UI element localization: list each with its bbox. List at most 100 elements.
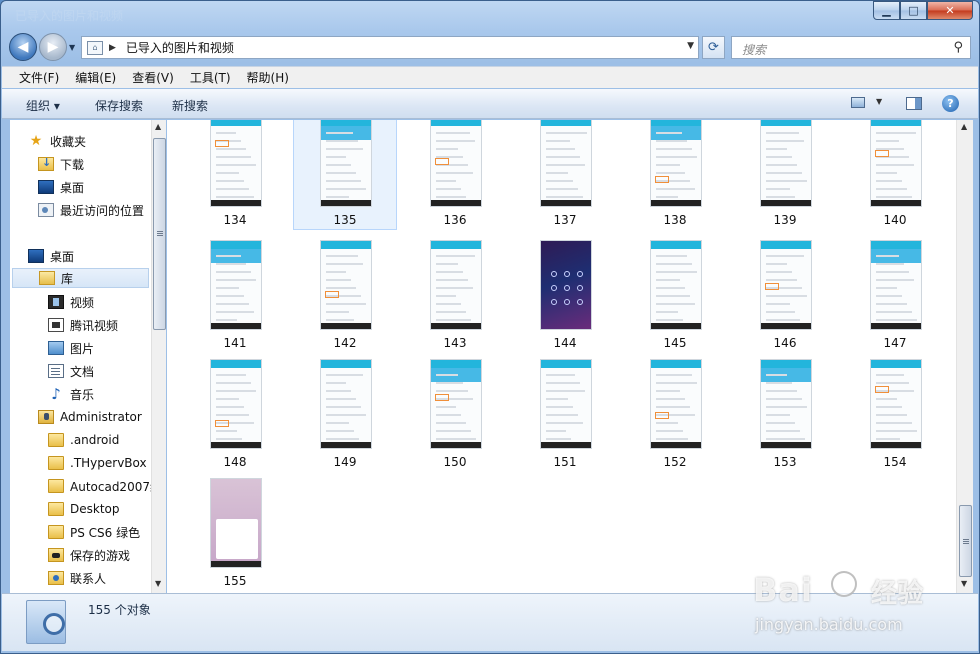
sidebar-item-label: 视频 — [70, 295, 95, 310]
menu-help[interactable]: 帮助(H) — [247, 69, 289, 86]
menu-view[interactable]: 查看(V) — [132, 69, 174, 86]
sidebar-item-desktop-fav[interactable]: 桌面 — [38, 177, 84, 197]
file-item[interactable]: 149 — [293, 354, 397, 469]
file-item[interactable]: 144 — [513, 235, 617, 350]
file-item[interactable]: 150 — [403, 354, 507, 469]
file-name-label: 138 — [663, 213, 687, 227]
help-icon[interactable]: ? — [942, 95, 959, 112]
change-view-icon[interactable] — [851, 97, 865, 108]
details-pane: 155 个对象 — [2, 593, 978, 651]
sidebar-item-label: Autocad2007绿 — [70, 479, 151, 494]
image-thumbnail — [210, 240, 262, 330]
file-item[interactable]: 137 — [513, 120, 617, 230]
sidebar-item-administrator[interactable]: Administrator — [38, 407, 142, 427]
folder-icon — [48, 433, 64, 447]
save-search-button[interactable]: 保存搜索 — [95, 97, 143, 114]
file-item[interactable]: 151 — [513, 354, 617, 469]
file-item[interactable]: 135 — [293, 120, 397, 230]
breadcrumb-chevron-icon[interactable]: ▶ — [109, 43, 116, 53]
file-item[interactable]: 134 — [183, 120, 287, 230]
file-item[interactable]: 140 — [843, 120, 947, 230]
menu-edit[interactable]: 编辑(E) — [75, 69, 116, 86]
sidebar-item-desktop[interactable]: 桌面 — [28, 246, 74, 266]
image-thumbnail — [320, 120, 372, 207]
file-item[interactable]: 139 — [733, 120, 837, 230]
sidebar-item-music[interactable]: ♪ 音乐 — [48, 384, 94, 404]
file-name-label: 139 — [773, 213, 797, 227]
image-thumbnail — [870, 240, 922, 330]
scroll-down-icon[interactable]: ▼ — [155, 579, 161, 588]
sidebar-item-recent-places[interactable]: 最近访问的位置 — [38, 200, 144, 220]
file-item[interactable]: 145 — [623, 235, 727, 350]
forward-button[interactable]: ▶ — [39, 33, 67, 61]
scrollbar-thumb[interactable] — [959, 505, 972, 577]
title-bar[interactable]: 已导入的图片和视频 ▁ □ ✕ — [1, 1, 979, 27]
forward-arrow-icon: ▶ — [47, 39, 59, 55]
file-item[interactable]: 143 — [403, 235, 507, 350]
file-item[interactable]: 141 — [183, 235, 287, 350]
refresh-button[interactable]: ⟳ — [702, 36, 725, 59]
file-item[interactable]: 146 — [733, 235, 837, 350]
scroll-up-icon[interactable]: ▲ — [155, 122, 161, 131]
scroll-up-icon[interactable]: ▲ — [961, 122, 967, 131]
breadcrumb-current[interactable]: 已导入的图片和视频 — [126, 39, 234, 56]
menu-file[interactable]: 文件(F) — [19, 69, 59, 86]
file-list-scrollbar[interactable]: ▲ ▼ — [956, 120, 973, 593]
grip-icon — [157, 231, 163, 232]
new-search-button[interactable]: 新搜索 — [172, 97, 208, 114]
close-button[interactable]: ✕ — [927, 1, 973, 20]
image-thumbnail — [430, 359, 482, 449]
preview-pane-icon[interactable] — [906, 97, 922, 110]
image-thumbnail — [320, 240, 372, 330]
star-icon: ★ — [29, 133, 43, 149]
file-item[interactable]: 153 — [733, 354, 837, 469]
sidebar-item-tencent-video[interactable]: 腾讯视频 — [48, 315, 118, 335]
sidebar-item-android[interactable]: .android — [48, 430, 119, 450]
address-dropdown-icon[interactable]: ▼ — [687, 41, 694, 51]
navigation-pane-scrollbar[interactable]: ▲ ▼ — [151, 120, 166, 593]
sidebar-item-downloads[interactable]: 下载 — [38, 154, 84, 174]
desktop-icon — [28, 249, 44, 263]
sidebar-item-pictures[interactable]: 图片 — [48, 338, 94, 358]
back-button[interactable]: ◀ — [9, 33, 37, 61]
file-item[interactable]: 147 — [843, 235, 947, 350]
file-item[interactable]: 136 — [403, 120, 507, 230]
file-item[interactable]: 152 — [623, 354, 727, 469]
sidebar-item-videos[interactable]: 视频 — [48, 292, 94, 312]
sidebar-item-thypervbox[interactable]: .THypervBox — [48, 453, 147, 473]
image-thumbnail — [540, 120, 592, 207]
sidebar-item-label: 桌面 — [60, 180, 85, 195]
file-item[interactable]: 138 — [623, 120, 727, 230]
recent-pages-dropdown[interactable]: ▼ — [69, 43, 75, 52]
search-icon[interactable]: ⚲ — [953, 40, 963, 55]
search-input[interactable]: 搜索 ⚲ — [731, 36, 971, 59]
sidebar-item-desktop-folder[interactable]: Desktop — [48, 499, 120, 519]
file-item[interactable]: 154 — [843, 354, 947, 469]
sidebar-item-favorites[interactable]: ★ 收藏夹 — [28, 131, 86, 151]
file-name-label: 143 — [443, 336, 467, 350]
window-title: 已导入的图片和视频 — [15, 9, 124, 23]
image-thumbnail — [210, 359, 262, 449]
file-item[interactable]: 148 — [183, 354, 287, 469]
maximize-button[interactable]: □ — [900, 1, 927, 20]
minimize-button[interactable]: ▁ — [873, 1, 900, 20]
scrollbar-thumb[interactable] — [153, 138, 166, 330]
file-item[interactable]: 155 — [183, 473, 287, 588]
tencent-video-icon — [48, 318, 64, 332]
sidebar-item-saved-games[interactable]: 保存的游戏 — [48, 545, 130, 565]
scroll-down-icon[interactable]: ▼ — [961, 579, 967, 588]
view-options-dropdown-icon[interactable]: ▼ — [876, 97, 882, 106]
file-item[interactable]: 142 — [293, 235, 397, 350]
menu-tools[interactable]: 工具(T) — [190, 69, 231, 86]
sidebar-item-autocad[interactable]: Autocad2007绿 — [48, 476, 151, 496]
sidebar-item-contacts[interactable]: 联系人 — [48, 568, 106, 588]
address-bar[interactable]: ⌂ ▶ 已导入的图片和视频 ▼ — [81, 36, 699, 59]
organize-button[interactable]: 组织 ▾ — [26, 97, 60, 114]
file-name-label: 142 — [333, 336, 357, 350]
sidebar-item-documents[interactable]: 文档 — [48, 361, 94, 381]
sidebar-item-label: PS CS6 绿色 — [70, 525, 141, 540]
sidebar-item-library[interactable]: 库 — [12, 268, 149, 288]
file-name-label: 151 — [553, 455, 577, 469]
sidebar-item-ps-cs6[interactable]: PS CS6 绿色 — [48, 522, 140, 542]
library-icon — [39, 271, 55, 285]
